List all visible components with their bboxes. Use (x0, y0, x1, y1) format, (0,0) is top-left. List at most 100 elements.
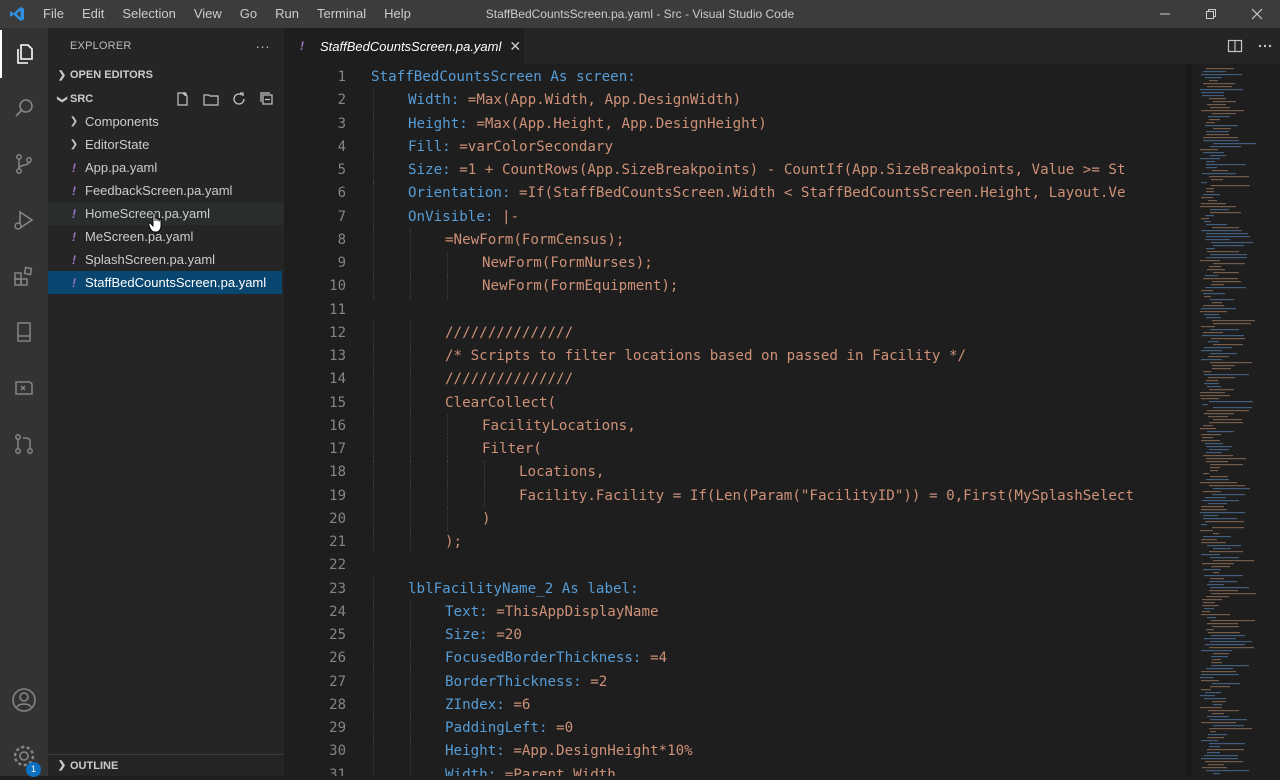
tree-item-label: HomeScreen.pa.yaml (85, 206, 210, 221)
code-line: Size: =20 (445, 624, 522, 647)
indent-guide (447, 252, 448, 276)
line-number: 1 (337, 69, 346, 85)
menu-file[interactable]: File (34, 0, 73, 28)
minimap-line (1213, 560, 1254, 562)
minimap-line (1204, 314, 1219, 316)
explorer-files-icon[interactable] (0, 30, 48, 78)
minimap-line (1210, 155, 1226, 157)
book-icon[interactable] (0, 308, 48, 356)
code-line: Width: =Parent.Width (445, 764, 616, 777)
yaml-file-icon: ! (72, 183, 76, 198)
minimap-line (1209, 647, 1254, 649)
minimap-line (1208, 341, 1219, 343)
tree-item-label: FeedbackScreen.pa.yaml (85, 183, 233, 198)
tree-file-app[interactable]: ! App.pa.yaml (48, 156, 284, 179)
refresh-icon[interactable] (228, 90, 250, 108)
minimap-line (1206, 167, 1217, 169)
new-file-icon[interactable] (172, 90, 194, 108)
code-editor[interactable]: 1 2 3 4 5 6 7 8 9 10 11 12 13 14 15 16 17 18 19 20 21 22 23 24 2… (284, 64, 1280, 776)
menu-go[interactable]: Go (231, 0, 266, 28)
chevron-down-icon: ❯ (56, 94, 68, 104)
minimap-line (1207, 584, 1224, 586)
indent-guide (373, 182, 374, 206)
extensions-icon[interactable] (0, 252, 48, 300)
minimap-line (1209, 98, 1226, 100)
minimap-line (1212, 527, 1244, 529)
indent-guide (410, 693, 411, 717)
manage-gear-icon[interactable]: 1 (0, 732, 48, 780)
tab-close-icon[interactable]: ✕ (509, 38, 521, 55)
line-number: 13 (329, 348, 346, 364)
minimap-line (1203, 140, 1239, 142)
close-window-button[interactable] (1234, 0, 1280, 28)
more-actions-icon[interactable] (1250, 28, 1280, 64)
open-editors-section[interactable]: ❯ OPEN EDITORS (48, 64, 284, 86)
minimap-line (1201, 218, 1209, 220)
yaml-file-icon: ! (72, 206, 76, 221)
remote-icon[interactable] (0, 364, 48, 412)
outline-section[interactable]: ❯ OUTLINE (48, 754, 284, 776)
pull-request-icon[interactable] (0, 420, 48, 468)
minimap-line (1202, 500, 1239, 502)
code-line: ) (482, 508, 491, 531)
account-icon[interactable] (0, 676, 48, 724)
minimap-line (1205, 761, 1243, 763)
minimap-line (1201, 680, 1219, 682)
minimap-line (1208, 116, 1230, 118)
explorer-sidebar: EXPLORER ··· ❯ OPEN EDITORS ❯ SRC ❯ Comp… (48, 28, 284, 776)
explorer-title: EXPLORER (70, 40, 132, 52)
minimap-line (1210, 470, 1218, 472)
collapse-all-icon[interactable] (256, 90, 278, 108)
yaml-value: FacilityLocations, (482, 417, 636, 434)
code-lines[interactable]: StaffBedCountsScreen As screen: Width: =M… (371, 64, 1185, 776)
minimize-button[interactable] (1142, 0, 1188, 28)
tab-staffbedcountsscreen[interactable]: ! StaffBedCountsScreen.pa.yaml ✕ (284, 28, 524, 64)
source-control-icon[interactable] (0, 140, 48, 188)
menu-view[interactable]: View (185, 0, 231, 28)
file-tree: ❯ Components ❯ EditorState ! App.pa.yaml… (48, 110, 284, 294)
yaml-value: NewForm(FormNurses); (482, 255, 653, 271)
indent-guide (410, 763, 411, 776)
indent-guide (410, 438, 411, 462)
tree-file-mescreen[interactable]: ! MeScreen.pa.yaml (48, 225, 284, 248)
minimap-line (1207, 617, 1216, 619)
new-folder-icon[interactable] (200, 90, 222, 108)
search-icon[interactable] (0, 84, 48, 132)
minimap-line (1201, 722, 1236, 724)
minimap-line (1201, 197, 1213, 199)
minimap[interactable] (1192, 64, 1280, 776)
minimap-line (1205, 692, 1221, 694)
explorer-more-button[interactable]: ··· (255, 38, 270, 54)
menu-edit[interactable]: Edit (73, 0, 113, 28)
code-line: /////////////// (445, 322, 573, 345)
yaml-value: ); (445, 534, 463, 550)
yaml-key: Orientation: (408, 185, 511, 202)
minimap-line (1205, 125, 1238, 127)
yaml-value: =0 (547, 720, 574, 736)
menu-terminal[interactable]: Terminal (308, 0, 375, 28)
src-folder-section[interactable]: ❯ SRC (48, 88, 284, 110)
minimap-line (1209, 581, 1237, 583)
code-line: Filter( (482, 438, 542, 461)
yaml-value: =1 + CountRows(App.SizeBreakpoints) - Co… (450, 162, 1126, 178)
menu-run[interactable]: Run (266, 0, 308, 28)
tree-file-feedbackscreen[interactable]: ! FeedbackScreen.pa.yaml (48, 179, 284, 202)
run-debug-icon[interactable] (0, 196, 48, 244)
split-editor-icon[interactable] (1220, 28, 1250, 64)
menu-bar: File Edit Selection View Go Run Terminal… (34, 0, 420, 28)
minimap-line (1201, 689, 1211, 691)
code-line: Fill: =varColorSecondary (408, 136, 613, 159)
tree-file-staffbedcountsscreen[interactable]: ! StaffBedCountsScreen.pa.yaml (48, 271, 282, 294)
minimap-line (1201, 92, 1224, 94)
yaml-key: Height: (445, 743, 505, 760)
tree-file-splashscreen[interactable]: ! SplashScreen.pa.yaml (48, 248, 284, 271)
menu-selection[interactable]: Selection (113, 0, 184, 28)
tree-folder-components[interactable]: ❯ Components (48, 110, 284, 133)
minimap-line (1210, 362, 1252, 364)
tree-file-homescreen[interactable]: ! HomeScreen.pa.yaml (48, 202, 284, 233)
minimap-line (1212, 683, 1240, 685)
restore-button[interactable] (1188, 0, 1234, 28)
tree-folder-editorstate[interactable]: ❯ EditorState (48, 133, 284, 156)
minimap-line (1208, 734, 1227, 736)
menu-help[interactable]: Help (375, 0, 420, 28)
